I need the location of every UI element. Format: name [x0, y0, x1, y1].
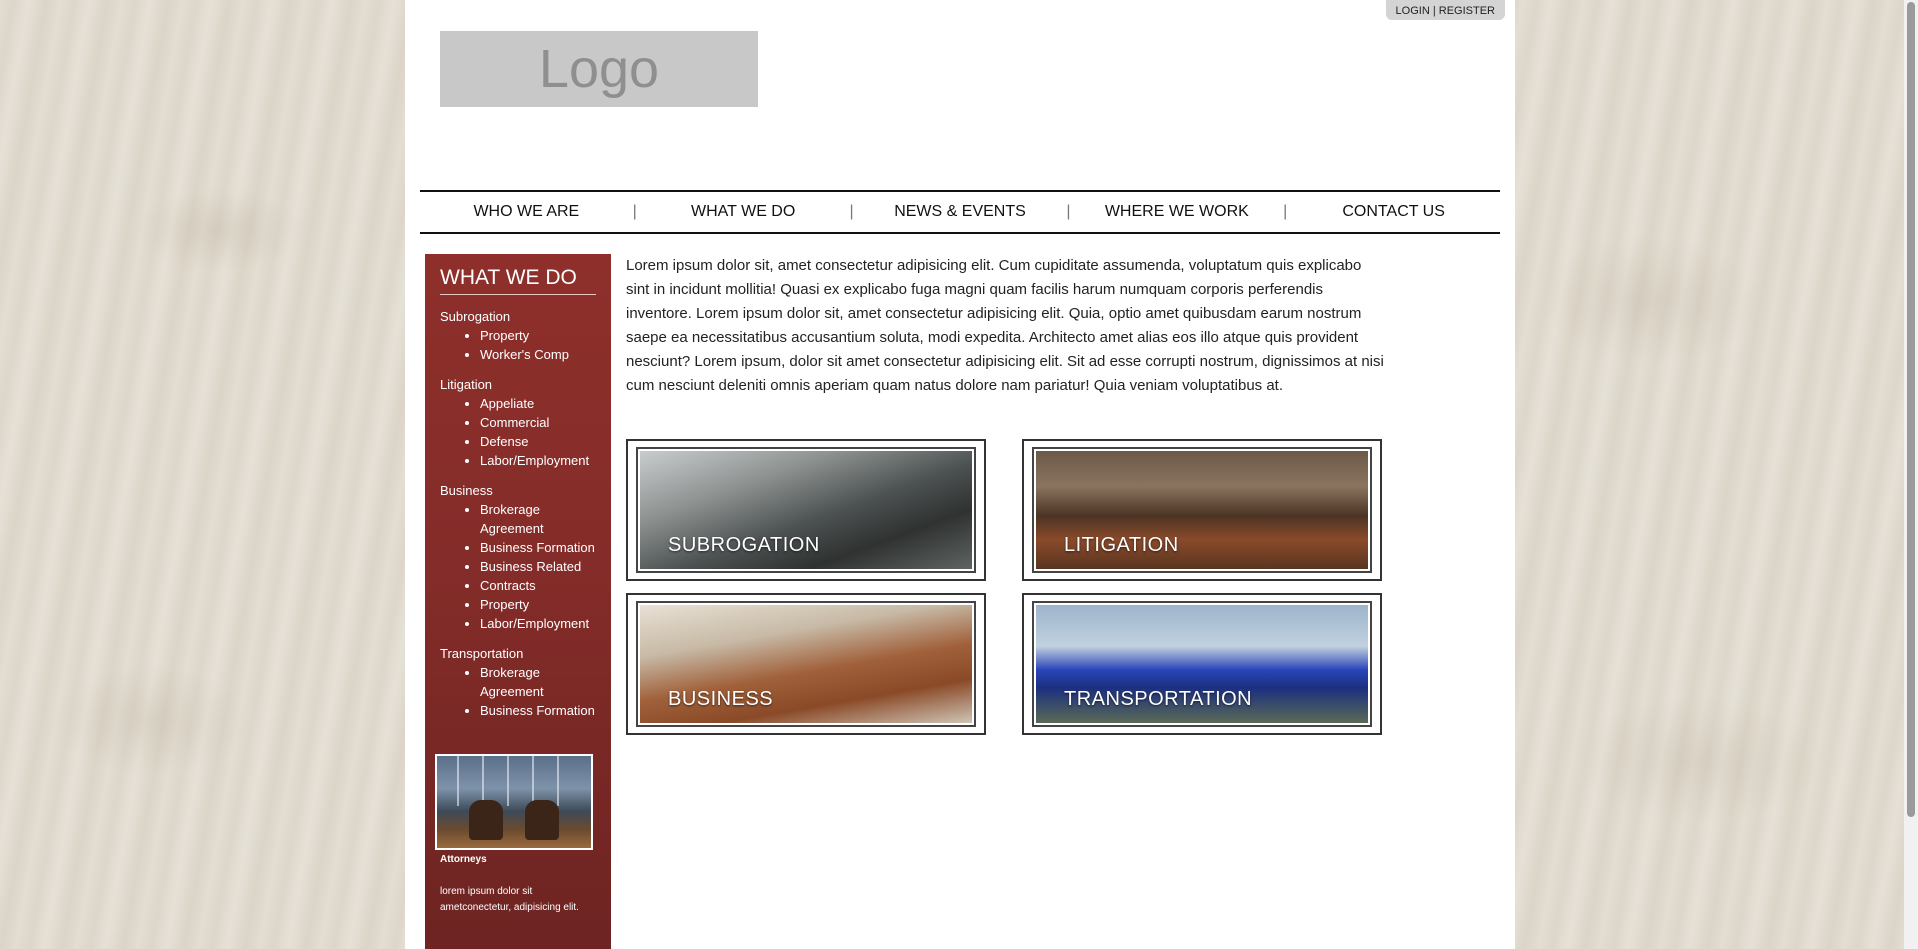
window-line — [532, 756, 534, 806]
sidebar-link[interactable]: Commercial — [480, 413, 596, 432]
tile-business[interactable]: BUSINESS — [626, 593, 986, 735]
sidebar-link[interactable]: Defense — [480, 432, 596, 451]
login-separator: | — [1432, 5, 1436, 17]
attorneys-photo[interactable] — [435, 754, 593, 850]
sidebar-link[interactable]: Property — [480, 326, 596, 345]
page-container: LOGIN | REGISTER Logo WHO WE ARE | WHAT … — [405, 0, 1515, 949]
login-link[interactable]: LOGIN — [1396, 5, 1430, 17]
window-line — [482, 756, 484, 806]
sidebar-link[interactable]: Labor/Employment — [480, 614, 596, 633]
sidebar-group-subrogation[interactable]: Subrogation — [440, 309, 596, 324]
tile-frame: LITIGATION — [1032, 447, 1372, 573]
attorneys-text: lorem ipsum dolor sit ametconectetur, ad… — [440, 886, 579, 913]
logo[interactable]: Logo — [440, 31, 758, 107]
sidebar-link[interactable]: Business Formation — [480, 701, 596, 720]
scrollbar-thumb[interactable] — [1907, 2, 1915, 817]
sidebar-list-litigation: Appeliate Commercial Defense Labor/Emplo… — [440, 394, 596, 470]
sidebar-group-transportation[interactable]: Transportation — [440, 646, 596, 661]
tile-transportation[interactable]: TRANSPORTATION — [1022, 593, 1382, 735]
main-nav: WHO WE ARE | WHAT WE DO | NEWS & EVENTS … — [420, 190, 1500, 234]
logo-text: Logo — [538, 39, 660, 99]
window-line — [507, 756, 509, 806]
sidebar-group-business[interactable]: Business — [440, 483, 596, 498]
nav-item-what-we-do[interactable]: WHAT WE DO — [637, 203, 850, 221]
window-line — [557, 756, 559, 806]
register-link[interactable]: REGISTER — [1439, 5, 1495, 17]
sidebar-link[interactable]: Property — [480, 595, 596, 614]
nav-item-contact-us[interactable]: CONTACT US — [1287, 203, 1500, 221]
tile-label: BUSINESS — [668, 688, 774, 710]
sidebar-list-business: Brokerage Agreement Business Formation B… — [440, 500, 596, 633]
sidebar-link[interactable]: Brokerage Agreement — [480, 663, 596, 701]
sidebar-link[interactable]: Business Related — [480, 557, 596, 576]
tile-label: TRANSPORTATION — [1064, 688, 1253, 710]
tile-frame: SUBROGATION — [636, 447, 976, 573]
sidebar-link[interactable]: Appeliate — [480, 394, 596, 413]
sidebar-title: WHAT WE DO — [440, 266, 596, 295]
practice-tiles: SUBROGATION LITIGATION BUSINESS TRANSPOR… — [626, 439, 1388, 735]
sidebar-link[interactable]: Worker's Comp — [480, 345, 596, 364]
window-line — [457, 756, 459, 806]
nav-item-who-we-are[interactable]: WHO WE ARE — [420, 203, 633, 221]
sidebar-link[interactable]: Labor/Employment — [480, 451, 596, 470]
tile-subrogation[interactable]: SUBROGATION — [626, 439, 986, 581]
sidebar-link[interactable]: Brokerage Agreement — [480, 500, 596, 538]
nav-item-where-we-work[interactable]: WHERE WE WORK — [1070, 203, 1283, 221]
tile-label: SUBROGATION — [668, 534, 820, 556]
sidebar-list-transportation: Brokerage Agreement Business Formation — [440, 663, 596, 720]
scrollbar[interactable] — [1904, 0, 1918, 949]
sidebar-link[interactable]: Business Formation — [480, 538, 596, 557]
sidebar-list-subrogation: Property Worker's Comp — [440, 326, 596, 364]
chair-shape — [469, 800, 503, 840]
login-register-bar: LOGIN | REGISTER — [1385, 0, 1505, 20]
sidebar: WHAT WE DO Subrogation Property Worker's… — [425, 254, 611, 949]
sidebar-link[interactable]: Contracts — [480, 576, 596, 595]
chair-shape — [525, 800, 559, 840]
tile-frame: TRANSPORTATION — [1032, 601, 1372, 727]
tile-label: LITIGATION — [1064, 534, 1179, 556]
nav-item-news-events[interactable]: NEWS & EVENTS — [854, 203, 1067, 221]
intro-text: Lorem ipsum dolor sit, amet consectetur … — [626, 257, 1384, 394]
tile-frame: BUSINESS — [636, 601, 976, 727]
attorneys-title: Attorneys — [440, 854, 487, 865]
sidebar-group-litigation[interactable]: Litigation — [440, 377, 596, 392]
tile-litigation[interactable]: LITIGATION — [1022, 439, 1382, 581]
